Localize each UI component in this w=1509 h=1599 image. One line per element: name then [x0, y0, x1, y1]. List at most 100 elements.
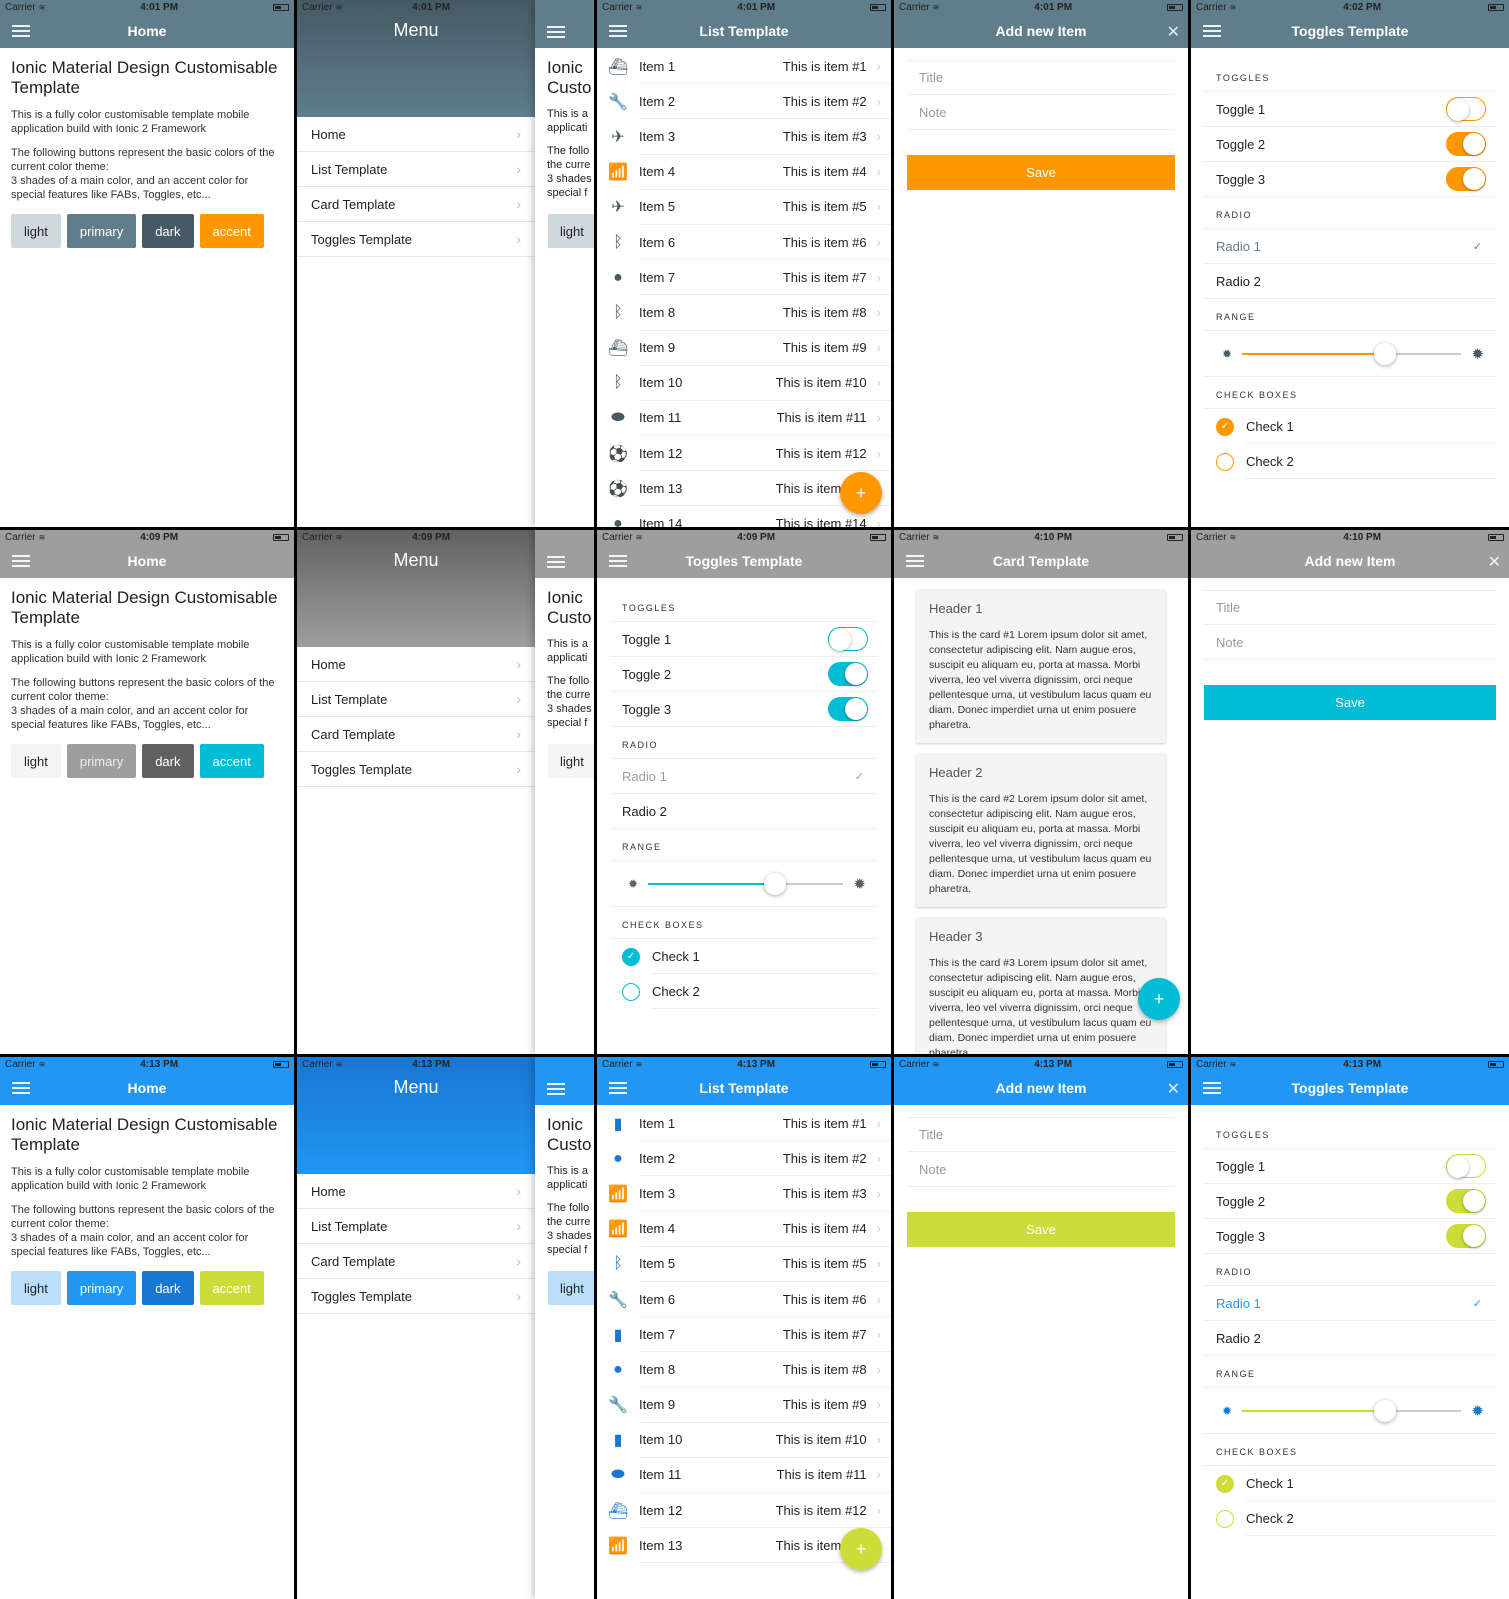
checkbox[interactable]: [1216, 1509, 1234, 1528]
menu-item[interactable]: List Template ›: [297, 682, 535, 717]
range-thumb[interactable]: [1373, 1399, 1396, 1422]
dark-button[interactable]: dark: [142, 1271, 194, 1305]
menu-toggle-button[interactable]: [12, 555, 30, 567]
menu-toggle-button[interactable]: [1203, 1082, 1221, 1094]
checkbox[interactable]: [1216, 452, 1234, 471]
range-slider[interactable]: ✹ ✹: [1204, 1388, 1496, 1434]
menu-item[interactable]: List Template ›: [297, 152, 535, 187]
card[interactable]: Header 3 This is the card #3 Lorem ipsum …: [916, 917, 1166, 1054]
menu-item[interactable]: Toggles Template ›: [297, 1279, 535, 1314]
title-input[interactable]: Title: [907, 60, 1175, 95]
list-item[interactable]: ⬬ Item 11 This is item #11 ›: [597, 401, 891, 437]
checkbox-row[interactable]: ✓ Check 1: [1204, 409, 1496, 444]
menu-item[interactable]: Home ›: [297, 117, 535, 152]
menu-item[interactable]: Home ›: [297, 1174, 535, 1209]
add-item-fab[interactable]: +: [840, 472, 882, 514]
list-item[interactable]: ● Item 2 This is item #2 ›: [597, 1141, 891, 1177]
menu-toggle-button[interactable]: [609, 1082, 627, 1094]
menu-toggle-button[interactable]: [906, 555, 924, 567]
list-item[interactable]: ⛴ Item 1 This is item #1 ›: [597, 49, 891, 85]
list-item[interactable]: 🔧 Item 2 This is item #2 ›: [597, 84, 891, 120]
list-item[interactable]: ⚽ Item 12 This is item #12 ›: [597, 436, 891, 472]
range-thumb[interactable]: [764, 872, 787, 895]
radio-row[interactable]: Radio 2: [1204, 264, 1496, 299]
checkbox-row[interactable]: ✓ Check 1: [1204, 1466, 1496, 1501]
list-item[interactable]: 📶 Item 4 This is item #4 ›: [597, 155, 891, 190]
primary-button[interactable]: primary: [66, 214, 137, 248]
menu-item[interactable]: Toggles Template ›: [297, 752, 535, 787]
toggle-switch[interactable]: [1446, 1189, 1486, 1213]
accent-button[interactable]: accent: [199, 214, 264, 248]
title-input[interactable]: Title: [907, 1117, 1175, 1152]
menu-toggle-button[interactable]: [609, 25, 627, 37]
light-button[interactable]: light: [548, 1271, 594, 1305]
list-item[interactable]: ▮ Item 7 This is item #7 ›: [597, 1317, 891, 1353]
dark-button[interactable]: dark: [142, 744, 194, 778]
light-button[interactable]: light: [11, 744, 61, 778]
menu-item[interactable]: Card Template ›: [297, 1244, 535, 1279]
save-button[interactable]: Save: [907, 155, 1175, 190]
menu-toggle-button[interactable]: [12, 1082, 30, 1094]
primary-button[interactable]: primary: [66, 744, 137, 778]
menu-toggle-button[interactable]: [547, 556, 565, 568]
toggle-switch[interactable]: [1446, 167, 1486, 191]
menu-item[interactable]: Card Template ›: [297, 717, 535, 752]
add-card-fab[interactable]: +: [1138, 978, 1180, 1020]
save-button[interactable]: Save: [1204, 685, 1496, 720]
list-item[interactable]: ᛒ Item 8 This is item #8 ›: [597, 295, 891, 331]
toggle-switch[interactable]: [1446, 1224, 1486, 1248]
list-item[interactable]: ᛒ Item 10 This is item #10 ›: [597, 366, 891, 401]
list-item[interactable]: ᛒ Item 5 This is item #5 ›: [597, 1247, 891, 1282]
add-item-fab[interactable]: +: [840, 1528, 882, 1570]
menu-toggle-button[interactable]: [547, 1083, 565, 1095]
radio-row[interactable]: Radio 2: [1204, 1321, 1496, 1356]
radio-row[interactable]: Radio 1 ✓: [1204, 229, 1496, 264]
note-input[interactable]: Note: [907, 95, 1175, 130]
checkbox-row[interactable]: Check 2: [1204, 1501, 1496, 1536]
range-slider[interactable]: ✹ ✹: [610, 861, 878, 907]
checkbox[interactable]: ✓: [1216, 417, 1234, 436]
home-page-peek[interactable]: Ionic Custo This is a applicati The follo the…: [535, 0, 594, 527]
list-item[interactable]: ▮ Item 10 This is item #10 ›: [597, 1423, 891, 1458]
list-item[interactable]: ✈ Item 3 This is item #3 ›: [597, 119, 891, 155]
menu-item[interactable]: Card Template ›: [297, 187, 535, 222]
light-button[interactable]: light: [548, 744, 594, 778]
checkbox-row[interactable]: Check 2: [610, 974, 878, 1009]
accent-button[interactable]: accent: [199, 744, 264, 778]
title-input[interactable]: Title: [1204, 590, 1496, 625]
range-thumb[interactable]: [1373, 342, 1396, 365]
menu-toggle-button[interactable]: [12, 25, 30, 37]
menu-item[interactable]: List Template ›: [297, 1209, 535, 1244]
toggle-switch[interactable]: [1446, 132, 1486, 156]
toggle-switch[interactable]: [1446, 1154, 1486, 1178]
card[interactable]: Header 1 This is the card #1 Lorem ipsum …: [916, 589, 1166, 743]
list-item[interactable]: 📶 Item 3 This is item #3 ›: [597, 1176, 891, 1212]
checkbox[interactable]: [622, 982, 640, 1001]
list-item[interactable]: 📶 Item 4 This is item #4 ›: [597, 1212, 891, 1247]
dark-button[interactable]: dark: [142, 214, 194, 248]
menu-item[interactable]: Toggles Template ›: [297, 222, 535, 257]
menu-toggle-button[interactable]: [609, 555, 627, 567]
list-item[interactable]: ᛒ Item 6 This is item #6 ›: [597, 225, 891, 261]
card[interactable]: Header 2 This is the card #2 Lorem ipsum …: [916, 753, 1166, 907]
checkbox-row[interactable]: ✓ Check 1: [610, 939, 878, 974]
close-button[interactable]: ✕: [1167, 1079, 1180, 1099]
checkbox[interactable]: ✓: [1216, 1474, 1234, 1493]
menu-toggle-button[interactable]: [1203, 25, 1221, 37]
toggle-switch[interactable]: [1446, 97, 1486, 121]
checkbox[interactable]: ✓: [622, 947, 640, 966]
note-input[interactable]: Note: [1204, 625, 1496, 660]
close-button[interactable]: ✕: [1488, 552, 1501, 572]
accent-button[interactable]: accent: [199, 1271, 264, 1305]
list-item[interactable]: ⛴ Item 9 This is item #9 ›: [597, 331, 891, 366]
list-item[interactable]: ● Item 7 This is item #7 ›: [597, 260, 891, 296]
radio-row[interactable]: Radio 1 ✓: [1204, 1286, 1496, 1321]
radio-row[interactable]: Radio 1 ✓: [610, 759, 878, 794]
close-button[interactable]: ✕: [1167, 22, 1180, 42]
list-item[interactable]: ▮ Item 1 This is item #1 ›: [597, 1106, 891, 1142]
toggle-switch[interactable]: [828, 697, 868, 721]
home-page-peek[interactable]: Ionic Custo This is a applicati The follo the…: [535, 1057, 594, 1599]
light-button[interactable]: light: [11, 214, 61, 248]
note-input[interactable]: Note: [907, 1152, 1175, 1187]
toggle-switch[interactable]: [828, 662, 868, 686]
